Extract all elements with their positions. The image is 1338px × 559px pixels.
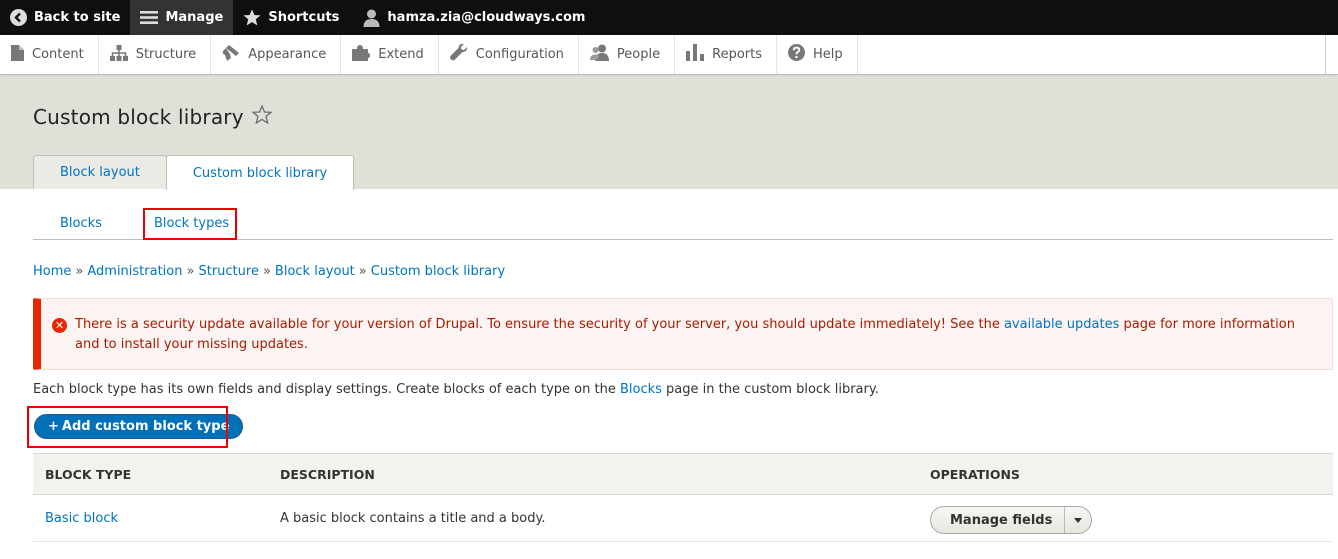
description-after: page in the custom block library. [661, 382, 879, 397]
cell-block-type: Basic block [45, 495, 118, 541]
tray-item-label: Appearance [248, 47, 327, 62]
tray-item-label: Content [32, 47, 84, 62]
breadcrumb-separator: » [262, 264, 271, 279]
tray-item-label: Reports [712, 47, 762, 62]
alert-text-before: There is a security update available for… [75, 317, 1004, 332]
cell-description: A basic block contains a title and a bod… [280, 510, 546, 526]
chevron-left-circle-icon [10, 9, 27, 26]
tray-item-appearance[interactable]: Appearance [211, 35, 342, 74]
user-icon [363, 9, 380, 27]
user-tab[interactable]: hamza.zia@cloudways.com [349, 0, 595, 35]
tray-item-label: Structure [135, 47, 197, 62]
table-row: Basic block A basic block contains a tit… [33, 495, 1333, 542]
alert-message: There is a security update available for… [75, 315, 1315, 355]
table-header: BLOCK TYPE DESCRIPTION OPERATIONS [33, 453, 1333, 495]
file-icon [11, 44, 24, 65]
hamburger-icon [140, 10, 159, 25]
column-header-block-type: BLOCK TYPE [45, 466, 132, 482]
column-header-description: DESCRIPTION [280, 466, 375, 482]
highlight-box-block-types [143, 208, 237, 240]
breadcrumb-home[interactable]: Home [33, 264, 71, 279]
tray-item-label: People [616, 47, 661, 62]
paintbrush-icon [222, 44, 240, 65]
subtab-blocks[interactable]: Blocks [60, 206, 102, 240]
breadcrumb-custom-block-library[interactable]: Custom block library [371, 264, 505, 279]
shortcuts-tab[interactable]: Shortcuts [233, 0, 349, 35]
error-icon: ✕ [52, 318, 67, 333]
breadcrumb-administration[interactable]: Administration [87, 264, 182, 279]
admin-menu-tray: Content Structure Appearance Extend Conf… [0, 35, 1338, 75]
block-types-description: Each block type has its own fields and d… [33, 382, 879, 397]
page-title: Custom block library [33, 104, 273, 129]
breadcrumb-separator: » [75, 264, 84, 279]
tray-item-people[interactable]: People [579, 35, 676, 74]
breadcrumb-separator: » [358, 264, 367, 279]
tray-item-label: Help [813, 47, 843, 62]
sitemap-icon [109, 44, 128, 65]
breadcrumb-block-layout[interactable]: Block layout [275, 264, 355, 279]
bar-chart-icon [686, 44, 705, 65]
shortcut-star-icon[interactable] [251, 104, 273, 129]
block-types-table: BLOCK TYPE DESCRIPTION OPERATIONS Basic … [33, 453, 1333, 542]
admin-toolbar: Back to site Manage Shortcuts hamza.zia@… [0, 0, 1338, 35]
breadcrumb-separator: » [186, 264, 195, 279]
star-icon [243, 9, 261, 26]
tray-item-configuration[interactable]: Configuration [439, 35, 579, 74]
highlight-box-add-button [27, 406, 228, 448]
tray-scrollbar[interactable] [1326, 35, 1338, 74]
user-label: hamza.zia@cloudways.com [387, 10, 586, 25]
dropbutton-toggle[interactable] [1065, 507, 1091, 533]
primary-tabs: Block layout Custom block library [33, 155, 355, 190]
block-type-link[interactable]: Basic block [45, 511, 118, 526]
description-before: Each block type has its own fields and d… [33, 382, 620, 397]
column-header-operations: OPERATIONS [930, 466, 1020, 482]
breadcrumb-structure[interactable]: Structure [198, 264, 258, 279]
tray-item-help[interactable]: Help [777, 35, 858, 74]
operations-dropbutton: Manage fields [930, 506, 1093, 534]
breadcrumb: Home» Administration» Structure» Block layo… [33, 264, 505, 279]
tray-item-structure[interactable]: Structure [99, 35, 212, 74]
blocks-link[interactable]: Blocks [620, 382, 662, 397]
back-to-site-link[interactable]: Back to site [0, 0, 130, 35]
tray-item-label: Configuration [475, 47, 564, 62]
back-to-site-label: Back to site [34, 10, 121, 25]
manage-fields-button[interactable]: Manage fields [931, 507, 1066, 533]
page-title-text: Custom block library [33, 105, 244, 129]
available-updates-link[interactable]: available updates [1004, 317, 1119, 332]
tray-item-content[interactable]: Content [0, 35, 99, 74]
tray-spacer [858, 35, 1326, 74]
security-update-alert: ✕ There is a security update available f… [33, 298, 1333, 370]
manage-tab[interactable]: Manage [130, 0, 234, 35]
people-icon [589, 44, 609, 65]
tray-item-label: Extend [378, 47, 424, 62]
shortcuts-label: Shortcuts [268, 10, 340, 25]
puzzle-icon [352, 44, 371, 65]
tab-block-layout[interactable]: Block layout [33, 155, 167, 189]
caret-down-icon [1074, 517, 1083, 523]
manage-label: Manage [165, 10, 224, 25]
tray-item-reports[interactable]: Reports [675, 35, 777, 74]
tray-item-extend[interactable]: Extend [341, 35, 439, 74]
tab-custom-block-library[interactable]: Custom block library [165, 155, 355, 190]
help-icon [788, 44, 805, 65]
wrench-icon [449, 43, 468, 65]
